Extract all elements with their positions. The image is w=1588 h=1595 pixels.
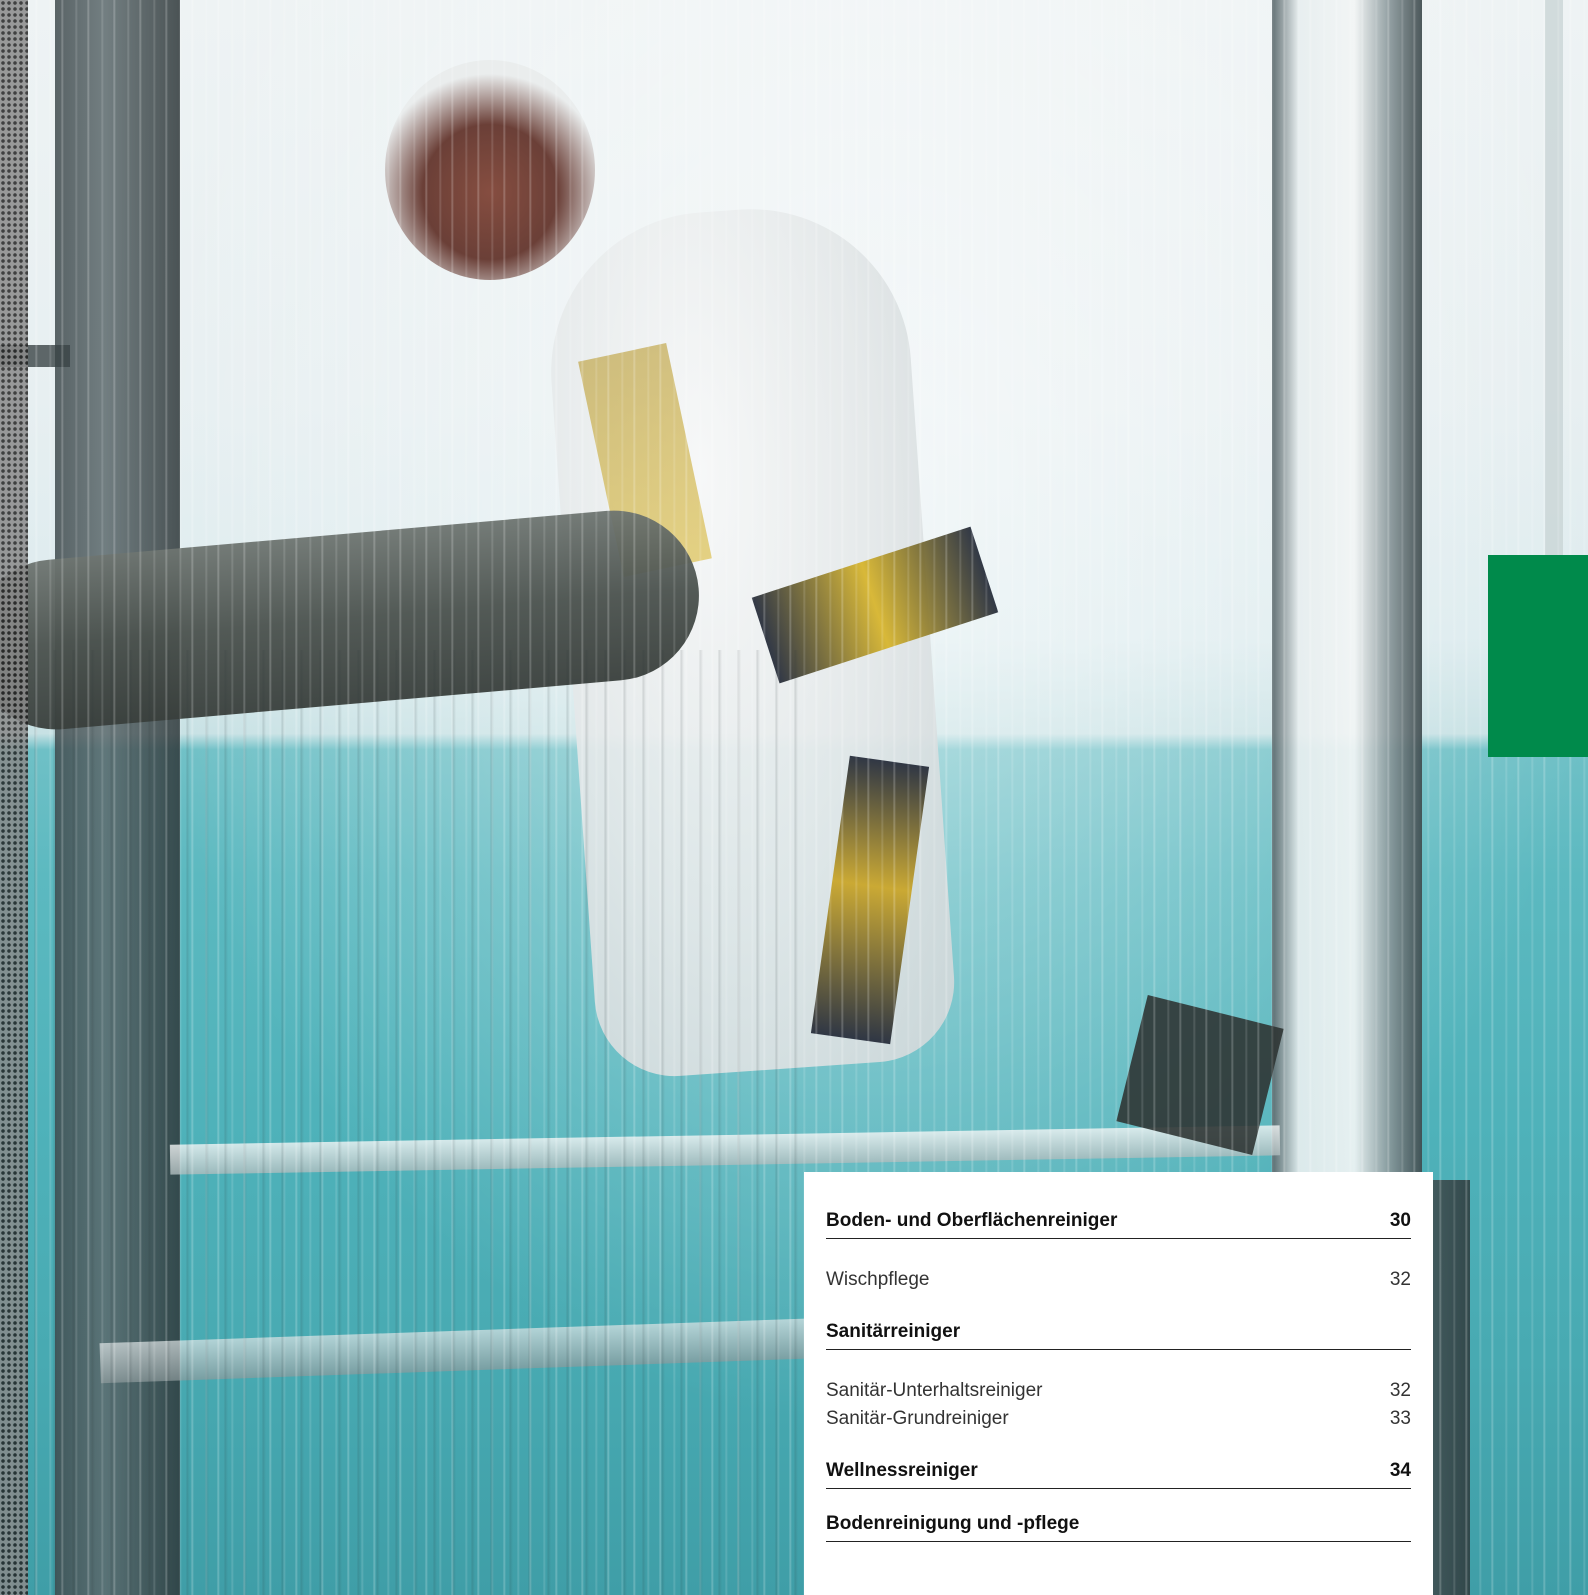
table-of-contents: Boden- und Oberflächenreiniger 30 Wischp… [804,1172,1433,1595]
toc-item-page: 32 [1389,1269,1411,1290]
toc-item-page: 33 [1389,1408,1411,1429]
toc-item-sanitaer-unterhaltsreiniger[interactable]: Sanitär-Unterhaltsreiniger 32 [826,1377,1411,1405]
toc-heading-title: Boden- und Oberflächenreiniger [826,1210,1118,1231]
toc-item-label: Sanitär-Grundreiniger [826,1408,1009,1429]
toc-heading-title: Sanitärreiniger [826,1321,961,1342]
toc-item-label: Sanitär-Unterhaltsreiniger [826,1380,1043,1401]
toc-heading-title: Bodenreinigung und -pflege [826,1513,1080,1534]
toc-heading-page: 30 [1389,1210,1411,1231]
toc-item-wischpflege[interactable]: Wischpflege 32 [826,1266,1411,1294]
toc-heading-page: 34 [1389,1460,1411,1481]
toc-item-sanitaer-grundreiniger[interactable]: Sanitär-Grundreiniger 33 [826,1405,1411,1433]
toc-heading-title: Wellnessreiniger [826,1460,978,1481]
toc-item-label: Wischpflege [826,1269,930,1290]
toc-heading-boden-oberflaechenreiniger[interactable]: Boden- und Oberflächenreiniger 30 [826,1208,1411,1239]
toc-item-page: 32 [1389,1380,1411,1401]
toc-heading-sanitaerreiniger[interactable]: Sanitärreiniger [826,1319,1411,1350]
toc-heading-bodenreinigung-pflege[interactable]: Bodenreinigung und -pflege [826,1511,1411,1542]
chapter-tab-marker [1488,555,1588,757]
toc-heading-wellnessreiniger[interactable]: Wellnessreiniger 34 [826,1458,1411,1489]
